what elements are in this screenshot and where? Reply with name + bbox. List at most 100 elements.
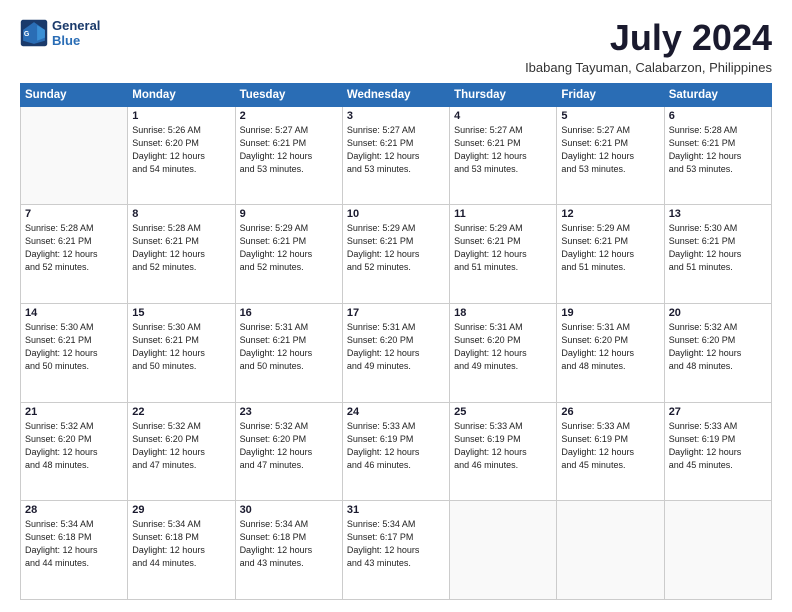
subtitle: Ibabang Tayuman, Calabarzon, Philippines	[525, 60, 772, 75]
day-number: 25	[454, 406, 552, 418]
calendar-header-wednesday: Wednesday	[342, 83, 449, 106]
calendar-cell: 8 Sunrise: 5:28 AM Sunset: 6:21 PM Daylig…	[128, 205, 235, 304]
calendar-cell: 14 Sunrise: 5:30 AM Sunset: 6:21 PM Dayli…	[21, 303, 128, 402]
day-info: Sunrise: 5:33 AM Sunset: 6:19 PM Dayligh…	[561, 420, 659, 472]
day-info: Sunrise: 5:27 AM Sunset: 6:21 PM Dayligh…	[454, 124, 552, 176]
calendar-cell: 5 Sunrise: 5:27 AM Sunset: 6:21 PM Daylig…	[557, 106, 664, 205]
calendar-header-sunday: Sunday	[21, 83, 128, 106]
logo-icon: G	[20, 19, 48, 47]
calendar-cell: 18 Sunrise: 5:31 AM Sunset: 6:20 PM Dayli…	[450, 303, 557, 402]
day-number: 18	[454, 307, 552, 319]
calendar-week-row-1: 1 Sunrise: 5:26 AM Sunset: 6:20 PM Daylig…	[21, 106, 772, 205]
calendar-cell	[664, 501, 771, 600]
calendar-cell: 13 Sunrise: 5:30 AM Sunset: 6:21 PM Dayli…	[664, 205, 771, 304]
calendar-cell: 9Sunrise: 5:29 AM Sunset: 6:21 PM Daylig…	[235, 205, 342, 304]
calendar-cell: 22 Sunrise: 5:32 AM Sunset: 6:20 PM Dayli…	[128, 402, 235, 501]
day-number: 24	[347, 406, 445, 418]
logo: G General Blue	[20, 18, 100, 48]
logo-text: General Blue	[52, 18, 100, 48]
day-info: Sunrise: 5:28 AM Sunset: 6:21 PM Dayligh…	[132, 222, 230, 274]
day-number: 9	[240, 208, 338, 220]
calendar-header-saturday: Saturday	[664, 83, 771, 106]
title-block: July 2024 Ibabang Tayuman, Calabarzon, P…	[525, 18, 772, 75]
header: G General Blue July 2024 Ibabang Tayuman…	[20, 18, 772, 75]
calendar-cell: 15Sunrise: 5:30 AM Sunset: 6:21 PM Dayli…	[128, 303, 235, 402]
day-number: 2	[240, 110, 338, 122]
calendar-header-friday: Friday	[557, 83, 664, 106]
day-info: Sunrise: 5:30 AM Sunset: 6:21 PM Dayligh…	[132, 321, 230, 373]
calendar-cell: 1 Sunrise: 5:26 AM Sunset: 6:20 PM Daylig…	[128, 106, 235, 205]
day-number: 14	[25, 307, 123, 319]
calendar-cell	[450, 501, 557, 600]
day-info: Sunrise: 5:31 AM Sunset: 6:20 PM Dayligh…	[561, 321, 659, 373]
day-number: 3	[347, 110, 445, 122]
calendar-cell: 29Sunrise: 5:34 AM Sunset: 6:18 PM Dayli…	[128, 501, 235, 600]
day-number: 31	[347, 504, 445, 516]
day-number: 13	[669, 208, 767, 220]
calendar-cell: 26 Sunrise: 5:33 AM Sunset: 6:19 PM Dayli…	[557, 402, 664, 501]
calendar-cell: 16Sunrise: 5:31 AM Sunset: 6:21 PM Dayli…	[235, 303, 342, 402]
day-number: 27	[669, 406, 767, 418]
calendar-cell: 21Sunrise: 5:32 AM Sunset: 6:20 PM Dayli…	[21, 402, 128, 501]
day-number: 5	[561, 110, 659, 122]
day-info: Sunrise: 5:34 AM Sunset: 6:18 PM Dayligh…	[240, 518, 338, 570]
day-info: Sunrise: 5:29 AM Sunset: 6:21 PM Dayligh…	[347, 222, 445, 274]
calendar-cell: 27 Sunrise: 5:33 AM Sunset: 6:19 PM Dayli…	[664, 402, 771, 501]
day-info: Sunrise: 5:26 AM Sunset: 6:20 PM Dayligh…	[132, 124, 230, 176]
day-number: 6	[669, 110, 767, 122]
calendar-cell: 28 Sunrise: 5:34 AM Sunset: 6:18 PM Dayli…	[21, 501, 128, 600]
calendar-cell: 12Sunrise: 5:29 AM Sunset: 6:21 PM Dayli…	[557, 205, 664, 304]
calendar-cell: 24 Sunrise: 5:33 AM Sunset: 6:19 PM Dayli…	[342, 402, 449, 501]
calendar-cell: 2Sunrise: 5:27 AM Sunset: 6:21 PM Daylig…	[235, 106, 342, 205]
calendar-cell: 4Sunrise: 5:27 AM Sunset: 6:21 PM Daylig…	[450, 106, 557, 205]
calendar-week-row-3: 14 Sunrise: 5:30 AM Sunset: 6:21 PM Dayli…	[21, 303, 772, 402]
day-number: 12	[561, 208, 659, 220]
day-info: Sunrise: 5:33 AM Sunset: 6:19 PM Dayligh…	[454, 420, 552, 472]
day-number: 17	[347, 307, 445, 319]
calendar-header-tuesday: Tuesday	[235, 83, 342, 106]
day-info: Sunrise: 5:31 AM Sunset: 6:20 PM Dayligh…	[454, 321, 552, 373]
day-number: 1	[132, 110, 230, 122]
day-number: 28	[25, 504, 123, 516]
day-info: Sunrise: 5:32 AM Sunset: 6:20 PM Dayligh…	[669, 321, 767, 373]
day-number: 30	[240, 504, 338, 516]
calendar-cell: 19 Sunrise: 5:31 AM Sunset: 6:20 PM Dayli…	[557, 303, 664, 402]
page: G General Blue July 2024 Ibabang Tayuman…	[0, 0, 792, 612]
calendar-cell: 17 Sunrise: 5:31 AM Sunset: 6:20 PM Dayli…	[342, 303, 449, 402]
day-info: Sunrise: 5:31 AM Sunset: 6:21 PM Dayligh…	[240, 321, 338, 373]
day-info: Sunrise: 5:33 AM Sunset: 6:19 PM Dayligh…	[669, 420, 767, 472]
day-info: Sunrise: 5:34 AM Sunset: 6:18 PM Dayligh…	[25, 518, 123, 570]
day-info: Sunrise: 5:32 AM Sunset: 6:20 PM Dayligh…	[132, 420, 230, 472]
calendar-cell: 31 Sunrise: 5:34 AM Sunset: 6:17 PM Dayli…	[342, 501, 449, 600]
calendar-cell: 11Sunrise: 5:29 AM Sunset: 6:21 PM Dayli…	[450, 205, 557, 304]
calendar-week-row-4: 21Sunrise: 5:32 AM Sunset: 6:20 PM Dayli…	[21, 402, 772, 501]
day-info: Sunrise: 5:33 AM Sunset: 6:19 PM Dayligh…	[347, 420, 445, 472]
day-info: Sunrise: 5:30 AM Sunset: 6:21 PM Dayligh…	[25, 321, 123, 373]
day-info: Sunrise: 5:32 AM Sunset: 6:20 PM Dayligh…	[240, 420, 338, 472]
calendar-cell: 10Sunrise: 5:29 AM Sunset: 6:21 PM Dayli…	[342, 205, 449, 304]
calendar-header-monday: Monday	[128, 83, 235, 106]
day-number: 11	[454, 208, 552, 220]
day-number: 26	[561, 406, 659, 418]
day-info: Sunrise: 5:31 AM Sunset: 6:20 PM Dayligh…	[347, 321, 445, 373]
day-number: 22	[132, 406, 230, 418]
calendar-cell: 20Sunrise: 5:32 AM Sunset: 6:20 PM Dayli…	[664, 303, 771, 402]
day-info: Sunrise: 5:27 AM Sunset: 6:21 PM Dayligh…	[347, 124, 445, 176]
main-title: July 2024	[525, 18, 772, 58]
day-info: Sunrise: 5:34 AM Sunset: 6:17 PM Dayligh…	[347, 518, 445, 570]
calendar-cell	[21, 106, 128, 205]
day-info: Sunrise: 5:27 AM Sunset: 6:21 PM Dayligh…	[561, 124, 659, 176]
day-info: Sunrise: 5:30 AM Sunset: 6:21 PM Dayligh…	[669, 222, 767, 274]
calendar-cell: 3 Sunrise: 5:27 AM Sunset: 6:21 PM Daylig…	[342, 106, 449, 205]
day-number: 7	[25, 208, 123, 220]
calendar-header-row: SundayMondayTuesdayWednesdayThursdayFrid…	[21, 83, 772, 106]
calendar-cell	[557, 501, 664, 600]
day-info: Sunrise: 5:28 AM Sunset: 6:21 PM Dayligh…	[669, 124, 767, 176]
day-number: 29	[132, 504, 230, 516]
calendar-table: SundayMondayTuesdayWednesdayThursdayFrid…	[20, 83, 772, 600]
calendar-cell: 30 Sunrise: 5:34 AM Sunset: 6:18 PM Dayli…	[235, 501, 342, 600]
day-number: 19	[561, 307, 659, 319]
calendar-cell: 7Sunrise: 5:28 AM Sunset: 6:21 PM Daylig…	[21, 205, 128, 304]
calendar-week-row-5: 28 Sunrise: 5:34 AM Sunset: 6:18 PM Dayli…	[21, 501, 772, 600]
day-number: 8	[132, 208, 230, 220]
